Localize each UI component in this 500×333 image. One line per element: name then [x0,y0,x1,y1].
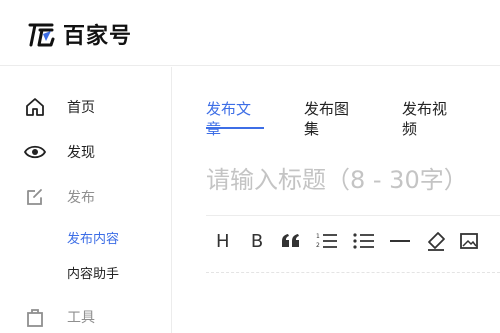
sidebar-item-label: 发现 [67,145,95,161]
brand-name: 百家号 [63,24,133,49]
sidebar-item-label: 发布 [67,190,95,206]
publish-tabs: 发布文章 发布图集 发布视频 [206,99,500,138]
svg-text:2: 2 [316,242,320,249]
sidebar-subitem-content-assistant[interactable]: 内容助手 [67,263,119,282]
toolbar-divider [206,272,500,273]
tab-publish-gallery[interactable]: 发布图集 [304,99,362,138]
home-icon [24,96,46,118]
bold-button[interactable]: B [240,226,274,256]
eraser-icon[interactable] [418,226,454,256]
quote-icon[interactable] [274,226,308,256]
bag-icon [24,306,46,328]
sidebar: 首页 发现 发布 发布内容 内容助手 工具 [0,67,172,333]
sidebar-item-label: 首页 [67,100,95,116]
ordered-list-icon[interactable]: 12 [308,226,346,256]
tab-publish-video[interactable]: 发布视频 [402,99,460,138]
image-icon[interactable] [454,226,484,256]
sidebar-item-home[interactable]: 首页 [0,87,171,127]
sidebar-item-tools[interactable]: 工具 [0,297,171,333]
eye-icon [24,141,46,163]
baijiahao-logo-icon [28,23,55,47]
divider-line-icon[interactable] [382,226,418,256]
sidebar-item-label: 工具 [67,310,95,326]
heading-button[interactable]: H [206,226,240,256]
sidebar-item-publish[interactable]: 发布 [0,177,171,217]
tab-publish-article[interactable]: 发布文章 [206,99,264,138]
unordered-list-icon[interactable] [346,226,382,256]
edit-icon [24,186,46,208]
brand-logo[interactable]: 百家号 [27,18,132,50]
title-input[interactable] [206,160,500,200]
sidebar-subitem-publish-content[interactable]: 发布内容 [67,228,119,247]
sidebar-item-discover[interactable]: 发现 [0,132,171,172]
title-divider [206,215,500,216]
svg-text:1: 1 [316,233,320,240]
top-bar: 百家号 [0,0,500,66]
editor-toolbar: H B 12 [206,226,484,256]
